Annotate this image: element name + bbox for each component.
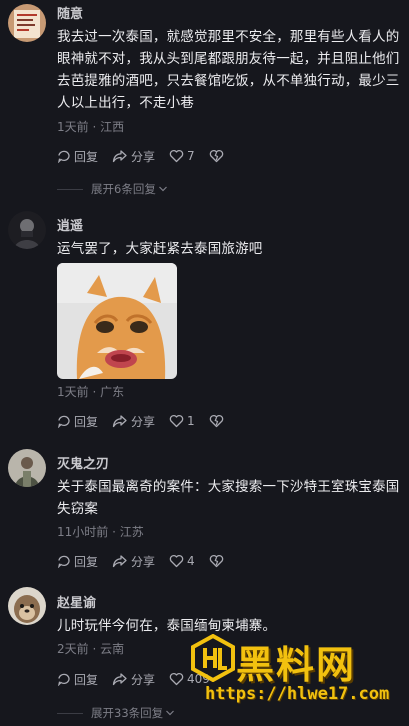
comment-actions: 回复 分享 7: [57, 147, 241, 165]
share-label: 分享: [131, 414, 156, 429]
share-icon: [112, 673, 127, 686]
reply-button[interactable]: 回复: [57, 553, 98, 570]
share-icon: [112, 415, 127, 428]
chevron-down-icon: [166, 710, 175, 716]
comment-text: 我去过一次泰国，就感觉那里不安全，那里有些人看人的眼神就不对，我从头到尾都跟朋友…: [57, 29, 400, 111]
divider: [57, 188, 83, 190]
username[interactable]: 随意: [57, 3, 83, 22]
share-button[interactable]: 分享: [112, 671, 155, 688]
heart-icon: [169, 672, 184, 686]
reply-label: 回复: [74, 554, 99, 569]
like-button[interactable]: 1: [169, 414, 195, 428]
reply-icon: [58, 673, 70, 686]
reply-label: 回复: [74, 149, 99, 164]
comment-actions: 回复 分享 4: [57, 552, 241, 570]
comment-text: 关于泰国最离奇的案件：大家搜索一下沙特王室珠宝泰国失窃案: [57, 479, 400, 517]
comment-text: 运气罢了，大家赶紧去泰国旅游吧: [57, 241, 263, 257]
like-button[interactable]: 4: [169, 554, 195, 568]
avatar[interactable]: [8, 449, 46, 487]
avatar[interactable]: [8, 587, 46, 625]
watermark-url: https://hlwe17.com: [205, 684, 390, 704]
comment-meta: 1天前 · 广东: [57, 385, 125, 399]
broken-heart-icon: [209, 149, 223, 163]
reply-label: 回复: [74, 672, 99, 687]
username[interactable]: 赵星谕: [57, 592, 96, 611]
expand-replies-button[interactable]: 展开6条回复: [57, 181, 168, 197]
reply-icon: [58, 555, 70, 568]
username[interactable]: 逍遥: [57, 215, 83, 234]
reply-icon: [58, 415, 70, 428]
reply-label: 回复: [74, 414, 99, 429]
comment-meta: 11小时前 · 江苏: [57, 525, 144, 539]
dislike-button[interactable]: [209, 149, 227, 163]
share-label: 分享: [131, 554, 156, 569]
expand-replies-button[interactable]: 展开33条回复: [57, 705, 175, 721]
share-icon: [112, 150, 127, 163]
dislike-button[interactable]: [209, 554, 227, 568]
expand-replies-label: 展开6条回复: [91, 182, 156, 196]
divider: [57, 712, 83, 714]
broken-heart-icon: [209, 554, 223, 568]
reply-icon: [58, 150, 70, 163]
expand-replies-label: 展开33条回复: [91, 706, 164, 720]
like-count: 1: [187, 414, 195, 428]
like-count: 4: [187, 554, 195, 568]
share-icon: [112, 555, 127, 568]
comment-image[interactable]: [57, 263, 177, 379]
avatar[interactable]: [8, 4, 46, 42]
reply-button[interactable]: 回复: [57, 671, 98, 688]
heart-icon: [169, 414, 184, 428]
broken-heart-icon: [209, 414, 223, 428]
dislike-button[interactable]: [209, 414, 227, 428]
heart-icon: [169, 149, 184, 163]
share-button[interactable]: 分享: [112, 148, 155, 165]
watermark-title: 黑料网: [236, 643, 357, 687]
watermark: 黑料网 https://hlwe17.com: [183, 630, 409, 710]
share-button[interactable]: 分享: [112, 553, 155, 570]
comment-meta: 1天前 · 江西: [57, 120, 125, 134]
share-button[interactable]: 分享: [112, 413, 155, 430]
watermark-logo-icon: [191, 634, 235, 682]
reply-button[interactable]: 回复: [57, 148, 98, 165]
chevron-down-icon: [158, 186, 167, 192]
username[interactable]: 灭鬼之刃: [57, 453, 109, 472]
avatar[interactable]: [8, 211, 46, 249]
reply-button[interactable]: 回复: [57, 413, 98, 430]
share-label: 分享: [131, 672, 156, 687]
comment-actions: 回复 分享 1: [57, 412, 241, 430]
heart-icon: [169, 554, 184, 568]
like-count: 7: [187, 149, 195, 163]
like-button[interactable]: 7: [169, 149, 195, 163]
share-label: 分享: [131, 149, 156, 164]
comment-meta: 2天前 · 云南: [57, 642, 125, 656]
